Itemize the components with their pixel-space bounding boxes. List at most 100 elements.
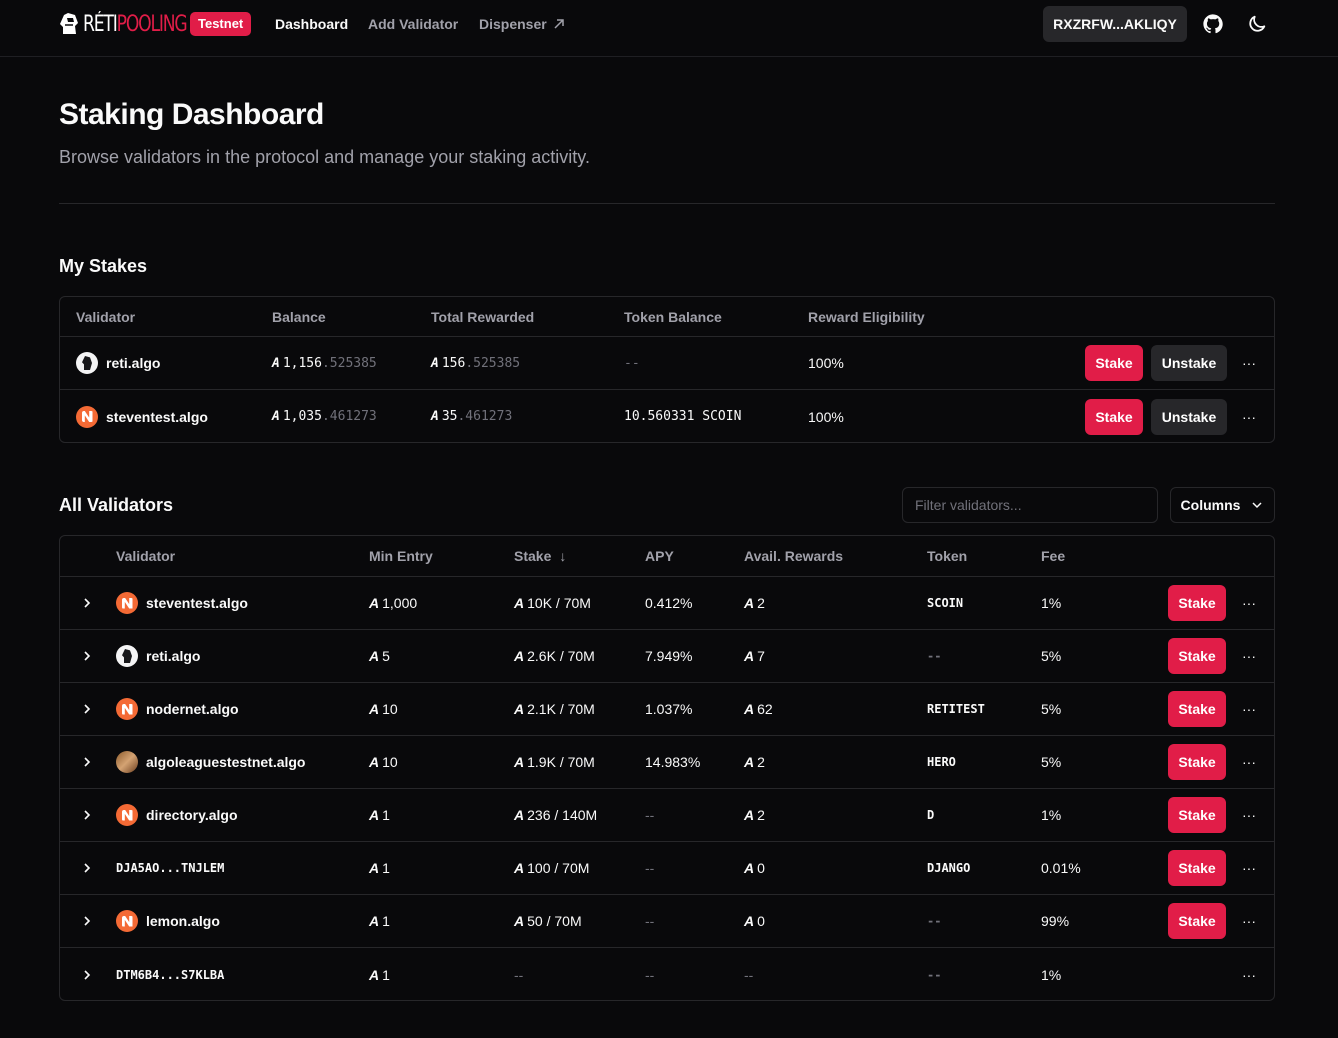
table-row[interactable]: steventest.algo A 1,035.461273 A 35.461273… [60,390,1274,443]
github-icon[interactable] [1202,13,1224,35]
token-cell: SCOIN [927,596,964,610]
columns-dropdown-button[interactable]: Columns [1170,487,1275,523]
stake-button[interactable]: Stake [1168,638,1226,674]
expand-row-chevron-icon[interactable] [80,895,94,947]
rewards-value: 0 [757,860,765,876]
algo-currency-icon: A [744,754,754,770]
expand-row-chevron-icon[interactable] [80,789,94,841]
validator-cell[interactable]: lemon.algo [116,895,220,947]
stake-button[interactable]: Stake [1085,398,1143,435]
stake-value: 236 / 140M [527,807,598,823]
table-row[interactable]: lemon.algo A1 A 50 / 70M -- A0 -- 99% Sta… [60,895,1274,948]
validator-cell[interactable]: DTM6B4...S7KLBA [116,948,224,1001]
validator-name: lemon.algo [146,913,220,929]
token-cell: -- [927,967,942,982]
stake-button[interactable]: Stake [1168,585,1226,621]
external-link-arrow-icon [554,19,564,29]
validator-cell[interactable]: algoleaguestestnet.algo [116,736,305,788]
table-row[interactable]: steventest.algo A 1,000 A 10K / 70M 0.412%… [60,577,1274,630]
table-row[interactable]: DTM6B4...S7KLBA A1 -- -- -- -- 1% ··· [60,948,1274,1001]
more-options-icon[interactable]: ··· [1242,895,1256,947]
moon-icon[interactable] [1246,13,1268,35]
fee-cell: 5% [1041,648,1062,664]
algo-currency-icon: A [514,595,524,611]
more-options-icon[interactable]: ··· [1242,948,1256,1001]
fee-cell: 5% [1041,701,1062,717]
more-options-icon[interactable]: ··· [1242,842,1256,894]
token-cell: DJANGO [927,861,971,875]
chess-knight-logo-icon [60,13,78,34]
stake-button[interactable]: Stake [1168,691,1226,727]
column-header-avail-rewards[interactable]: Avail. Rewards [744,536,843,576]
column-header-balance[interactable]: Balance [272,297,326,336]
validator-cell[interactable]: reti.algo [116,630,200,682]
stake-cell: A 100 / 70M [514,842,589,894]
more-options-icon[interactable]: ··· [1242,789,1256,841]
nav-add-validator[interactable]: Add Validator [368,16,458,32]
stake-button[interactable]: Stake [1168,903,1226,939]
column-header-total-rewarded[interactable]: Total Rewarded [431,297,534,336]
expand-row-chevron-icon[interactable] [80,842,94,894]
expand-row-chevron-icon[interactable] [80,630,94,682]
avail-rewards-cell: A0 [744,895,765,947]
nfd-avatar-icon [116,698,138,720]
column-header-reward-eligibility[interactable]: Reward Eligibility [808,297,925,336]
more-options-icon[interactable]: ··· [1242,736,1256,788]
validator-cell[interactable]: steventest.algo [76,390,208,443]
stake-button[interactable]: Stake [1085,345,1143,381]
table-header-row: Validator Balance Total Rewarded Token B… [60,297,1274,337]
table-row[interactable]: nodernet.algo A 10 A 2.1K / 70M 1.037% A 62… [60,683,1274,736]
knight-avatar-icon [116,645,138,667]
column-header-apy[interactable]: APY [645,536,674,576]
fee-cell: 99% [1041,913,1070,929]
rewards-value: 2 [757,807,765,823]
table-row[interactable]: DJA5AO...TNJLEM A1 A 100 / 70M -- A0 DJAN… [60,842,1274,895]
all-validators-title: All Validators [59,495,174,515]
table-row[interactable]: algoleaguestestnet.algo A 10 A 1.9K / 70M … [60,736,1274,789]
column-header-fee[interactable]: Fee [1041,536,1065,576]
expand-row-chevron-icon[interactable] [80,948,94,1001]
more-options-icon[interactable]: ··· [1242,683,1256,735]
min-entry-cell: A5 [369,630,390,682]
column-header-token[interactable]: Token [927,536,967,576]
min-entry-value: 1 [382,807,390,823]
column-header-token-balance[interactable]: Token Balance [624,297,722,336]
table-row[interactable]: reti.algo A5 A 2.6K / 70M 7.949% A7 -- 5%… [60,630,1274,683]
stake-button[interactable]: Stake [1168,797,1226,833]
more-options-icon[interactable]: ··· [1242,630,1256,682]
nav-dispenser-label: Dispenser [479,16,547,32]
validator-cell[interactable]: nodernet.algo [116,683,239,735]
filter-validators-input[interactable] [902,487,1158,523]
avail-rewards-cell: A2 [744,789,765,841]
column-header-validator[interactable]: Validator [76,297,135,336]
apy-cell: 0.412% [645,595,693,611]
expand-row-chevron-icon[interactable] [80,736,94,788]
algo-currency-icon: A [744,595,754,611]
column-header-validator[interactable]: Validator [116,536,175,576]
column-header-stake[interactable]: Stake ↓ [514,536,566,576]
expand-row-chevron-icon[interactable] [80,577,94,629]
validator-name: steventest.algo [106,408,208,425]
validator-cell[interactable]: directory.algo [116,789,238,841]
balance-cell: A 1,156.525385 [272,337,377,389]
column-header-min-entry[interactable]: Min Entry [369,536,433,576]
table-row[interactable]: reti.algo A 1,156.525385 A 156.525385 -- 1… [60,337,1274,390]
stake-button[interactable]: Stake [1168,744,1226,780]
table-row[interactable]: directory.algo A1 A 236 / 140M -- A2 D 1%… [60,789,1274,842]
rewarded-integer: 156 [441,355,466,371]
validator-cell[interactable]: reti.algo [76,337,160,389]
unstake-button[interactable]: Unstake [1151,398,1227,435]
more-options-icon[interactable]: ··· [1242,390,1256,443]
validator-cell[interactable]: DJA5AO...TNJLEM [116,842,224,894]
nav-dispenser[interactable]: Dispenser [479,16,565,32]
wallet-address-button[interactable]: RXZRFW...AKLIQY [1043,6,1187,42]
stake-button[interactable]: Stake [1168,850,1226,886]
more-options-icon[interactable]: ··· [1242,577,1256,629]
nav-dashboard[interactable]: Dashboard [275,16,348,32]
total-rewarded-cell: A 156.525385 [431,337,520,389]
unstake-button[interactable]: Unstake [1151,345,1227,381]
expand-row-chevron-icon[interactable] [80,683,94,735]
more-options-icon[interactable]: ··· [1242,337,1256,389]
validator-cell[interactable]: steventest.algo [116,577,248,629]
algo-currency-icon: A [431,409,439,424]
